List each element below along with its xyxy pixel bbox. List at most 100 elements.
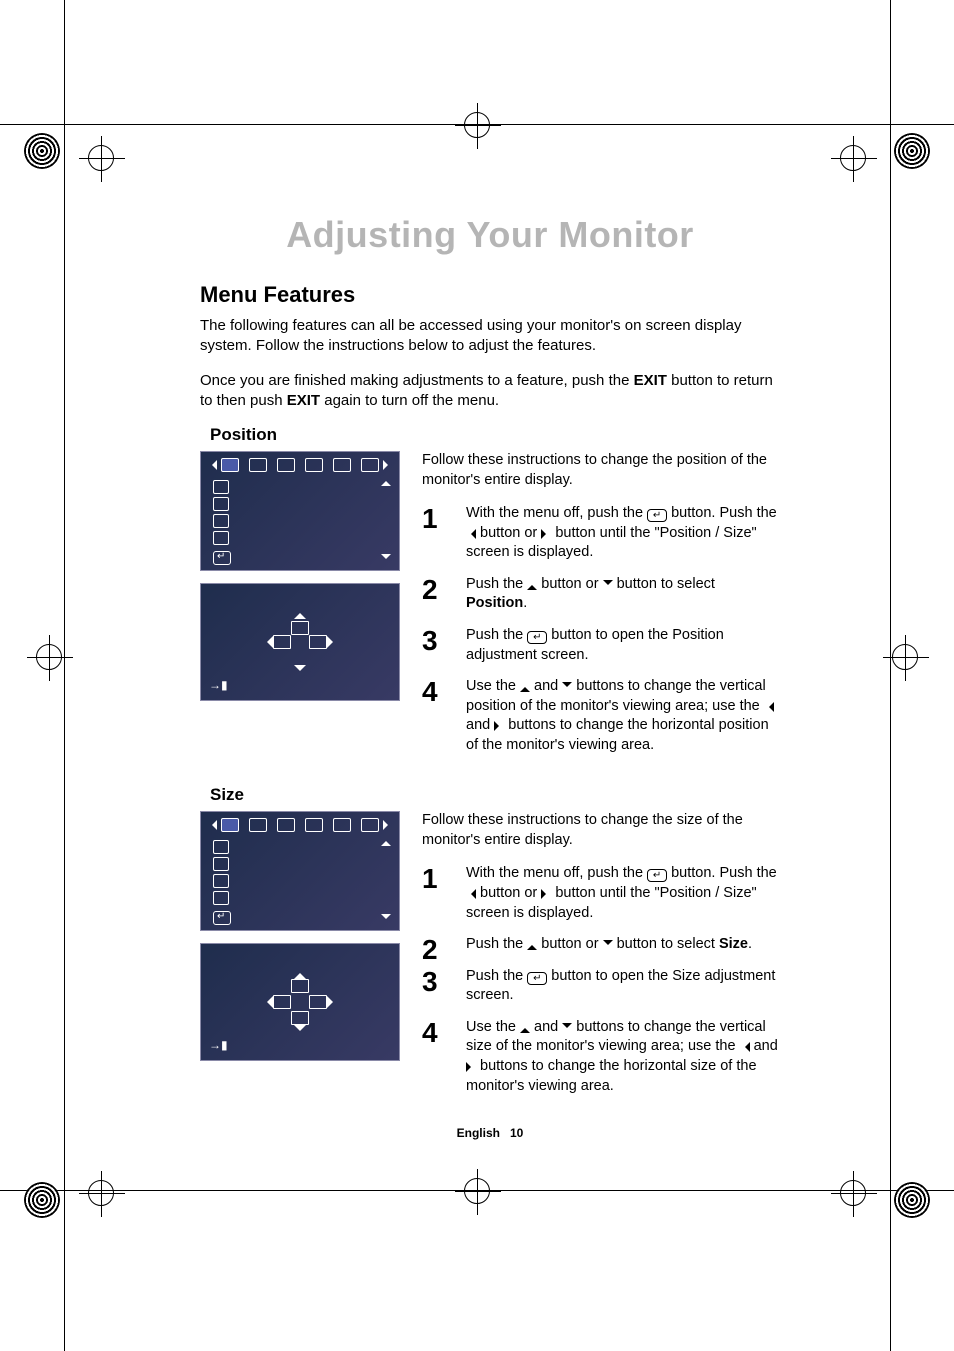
osd-item-icon: [213, 531, 229, 545]
osd-tab-icon: [333, 818, 351, 832]
crosshair-icon: [840, 145, 866, 171]
feature-intro: Follow these instructions to change the …: [422, 451, 780, 490]
step-3: Push the button to open the Position adj…: [422, 626, 780, 665]
osd-item-icon: [213, 857, 229, 871]
osd-adjust-position: →▮: [200, 583, 400, 701]
enter-icon: [213, 911, 231, 925]
osd-item-icon: [213, 497, 229, 511]
step-2: Push the button or button to select Size…: [422, 935, 780, 955]
osd-tab-icon: [305, 458, 323, 472]
intro-paragraph-2: Once you are finished making adjustments…: [200, 371, 780, 412]
osd-tab-icon: [305, 818, 323, 832]
print-target-icon: [24, 133, 60, 169]
osd-item-icon: [213, 514, 229, 528]
page-footer: English 10: [200, 1126, 780, 1140]
feature-label-size: Size: [210, 785, 780, 805]
triangle-right-icon: [541, 889, 551, 899]
osd-item-icon: [213, 840, 229, 854]
triangle-down-icon: [294, 1025, 306, 1037]
step-4: Use the and buttons to change the vertic…: [422, 1018, 780, 1096]
triangle-left-icon: [207, 460, 217, 470]
step-4: Use the and buttons to change the vertic…: [422, 677, 780, 755]
intro-paragraph-1: The following features can all be access…: [200, 316, 780, 357]
triangle-down-icon: [381, 554, 391, 564]
osd-tab-icon: [333, 458, 351, 472]
triangle-up-icon: [381, 836, 391, 846]
triangle-left-icon: [466, 529, 476, 539]
triangle-down-icon: [562, 1023, 572, 1033]
exit-icon: →▮: [209, 1038, 228, 1052]
osd-tab-icon: [277, 458, 295, 472]
triangle-down-icon: [381, 914, 391, 924]
triangle-up-icon: [527, 940, 537, 950]
triangle-up-icon: [294, 607, 306, 619]
triangle-right-icon: [327, 996, 339, 1008]
enter-button-icon: [527, 972, 547, 985]
triangle-up-icon: [294, 967, 306, 979]
step-3: Push the button to open the Size adjustm…: [422, 967, 780, 1006]
frame-icon: [273, 995, 291, 1009]
frame-icon: [291, 979, 309, 993]
frame-icon: [291, 621, 309, 635]
triangle-right-icon: [541, 529, 551, 539]
triangle-left-icon: [740, 1042, 750, 1052]
osd-tab-icon: [361, 818, 379, 832]
osd-tab-icon: [277, 818, 295, 832]
frame-icon: [291, 1011, 309, 1025]
crosshair-icon: [464, 112, 490, 138]
osd-item-icon: [213, 891, 229, 905]
triangle-down-icon: [603, 580, 613, 590]
print-target-icon: [24, 1182, 60, 1218]
enter-button-icon: [647, 509, 667, 522]
feature-intro: Follow these instructions to change the …: [422, 811, 780, 850]
osd-item-icon: [213, 874, 229, 888]
osd-tab-icon: [221, 458, 239, 472]
enter-icon: [213, 551, 231, 565]
feature-label-position: Position: [210, 425, 780, 445]
chapter-title: Adjusting Your Monitor: [200, 214, 780, 256]
triangle-left-icon: [207, 820, 217, 830]
triangle-up-icon: [520, 1023, 530, 1033]
osd-tab-icon: [221, 818, 239, 832]
enter-button-icon: [647, 869, 667, 882]
frame-icon: [309, 635, 327, 649]
frame-icon: [273, 635, 291, 649]
step-1: With the menu off, push the button. Push…: [422, 504, 780, 563]
triangle-right-icon: [466, 1062, 476, 1072]
triangle-right-icon: [383, 820, 393, 830]
triangle-left-icon: [261, 996, 273, 1008]
triangle-up-icon: [520, 682, 530, 692]
osd-tab-icon: [249, 458, 267, 472]
crosshair-icon: [88, 145, 114, 171]
osd-item-icon: [213, 480, 229, 494]
triangle-down-icon: [294, 665, 306, 677]
exit-icon: →▮: [209, 678, 228, 692]
print-target-icon: [894, 133, 930, 169]
triangle-up-icon: [527, 580, 537, 590]
footer-lang: English: [457, 1126, 500, 1140]
crosshair-icon: [36, 644, 62, 670]
osd-menu-position: [200, 451, 400, 571]
section-title: Menu Features: [200, 282, 780, 308]
osd-menu-size: [200, 811, 400, 931]
crosshair-icon: [464, 1178, 490, 1204]
footer-page: 10: [510, 1126, 523, 1140]
osd-tab-icon: [361, 458, 379, 472]
triangle-down-icon: [603, 940, 613, 950]
crosshair-icon: [840, 1180, 866, 1206]
triangle-up-icon: [381, 476, 391, 486]
frame-icon: [309, 995, 327, 1009]
triangle-left-icon: [764, 702, 774, 712]
enter-button-icon: [527, 631, 547, 644]
triangle-right-icon: [327, 636, 339, 648]
step-2: Push the button or button to select Posi…: [422, 575, 780, 614]
triangle-right-icon: [383, 460, 393, 470]
triangle-right-icon: [494, 721, 504, 731]
step-1: With the menu off, push the button. Push…: [422, 864, 780, 923]
print-target-icon: [894, 1182, 930, 1218]
osd-adjust-size: →▮: [200, 943, 400, 1061]
crosshair-icon: [892, 644, 918, 670]
triangle-down-icon: [562, 682, 572, 692]
osd-tab-icon: [249, 818, 267, 832]
triangle-left-icon: [261, 636, 273, 648]
